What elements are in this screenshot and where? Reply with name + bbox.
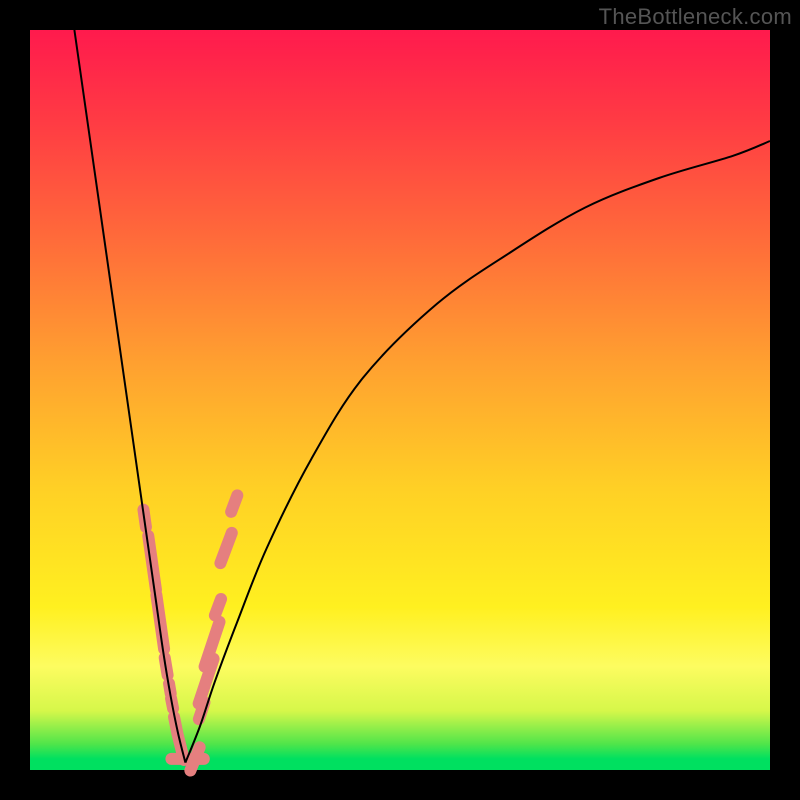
marker-bead	[223, 488, 245, 520]
right-branch-curve	[185, 141, 770, 763]
marker-bead	[207, 591, 229, 623]
marker-bead	[141, 529, 162, 597]
curve-overlay	[30, 30, 770, 770]
marker-bead	[150, 588, 171, 656]
marker-beads-group	[137, 488, 245, 779]
watermark-text: TheBottleneck.com	[599, 4, 792, 30]
marker-bead	[213, 525, 240, 571]
